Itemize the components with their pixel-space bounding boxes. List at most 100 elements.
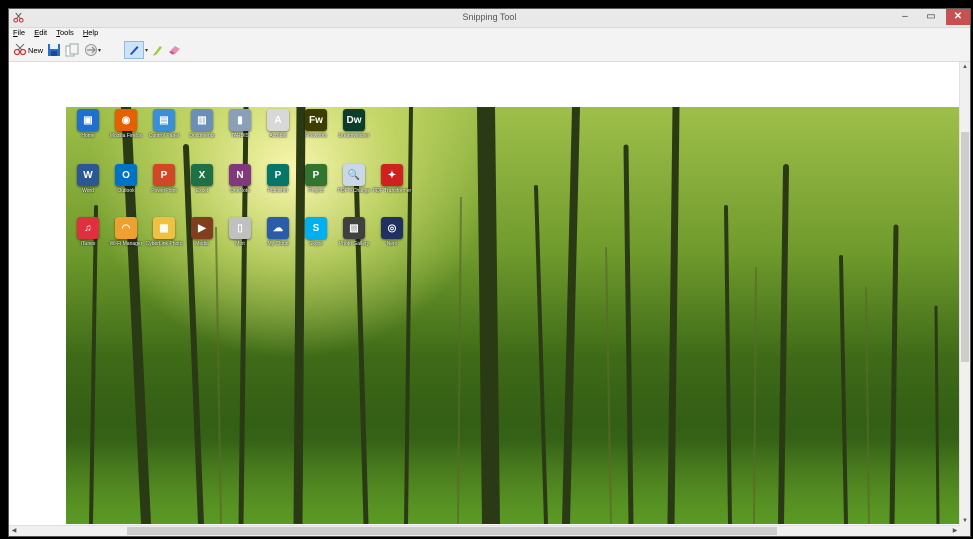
menu-edit[interactable]: Edit (34, 28, 47, 37)
desktop-shortcut[interactable]: P Publisher (259, 164, 297, 208)
publisher-icon: P (267, 164, 289, 186)
computer-icon: ▣ (77, 109, 99, 131)
send-dropdown-arrow[interactable]: ▾ (98, 47, 101, 54)
desktop-shortcut[interactable]: Fw Fireworks (297, 109, 335, 153)
desktop-shortcut[interactable]: P PowerPoint (145, 164, 183, 208)
fireworks-icon: Fw (305, 109, 327, 131)
send-snip-button[interactable]: ▾ (84, 42, 101, 58)
desktop-shortcut-label: Dreamweaver (338, 133, 370, 139)
close-button[interactable]: ✕ (946, 9, 970, 25)
photo-icon: ▦ (153, 217, 175, 239)
skype-icon: S (305, 217, 327, 239)
desktop-shortcut-label: Nero (386, 241, 398, 247)
desktop-shortcut[interactable]: ▶ Media (183, 217, 221, 261)
pen-dropdown-arrow: ▾ (145, 47, 149, 54)
menu-file[interactable]: File (13, 28, 25, 37)
desktop-shortcut-label: Photo Gallery (338, 241, 370, 247)
desktop-shortcut-label: Acrobat (269, 133, 287, 139)
scroll-left-arrow[interactable]: ◀ (9, 526, 19, 536)
desktop-shortcut[interactable]: ☁ My Cloud (259, 217, 297, 261)
desktop-shortcut[interactable]: ◎ Nero (373, 217, 411, 261)
scroll-down-arrow[interactable]: ▼ (960, 516, 970, 526)
desktop-shortcut[interactable]: S Skype (297, 217, 335, 261)
control-panel-icon: ▤ (153, 109, 175, 131)
desktop-shortcut-label: Home (81, 133, 95, 139)
title-bar[interactable]: Snipping Tool – ▭ ✕ (9, 9, 970, 28)
snip-canvas[interactable]: ▣ Home ◉ Mozilla Firefox ▤ Control Panel ▥ Docu… (9, 62, 960, 526)
pdf-transformer-icon: ✦ (381, 164, 403, 186)
desktop-shortcut[interactable]: ▦ CyberLink Photo (145, 217, 183, 261)
desktop-shortcut[interactable]: ◠ Wi-Fi Manager (107, 217, 145, 261)
desktop-shortcut[interactable]: ▯ Mint (221, 217, 259, 261)
vertical-scroll-thumb[interactable] (961, 132, 969, 362)
scroll-right-arrow[interactable]: ▶ (950, 526, 960, 536)
pen-icon (130, 46, 139, 55)
pen-dropdown[interactable]: ▾ (145, 42, 148, 58)
media-icon: ▶ (191, 217, 213, 239)
desktop-shortcut-label: My Cloud (267, 241, 289, 247)
onenote-icon: N (229, 164, 251, 186)
dreamweaver-icon: Dw (343, 109, 365, 131)
eraser-icon (169, 46, 180, 55)
desktop-shortcut-label: CyberLink Photo (145, 241, 183, 247)
desktop-shortcut-label: Wi-Fi Manager (109, 241, 143, 247)
desktop-shortcut[interactable]: A Acrobat (259, 109, 297, 153)
pen-tool-button[interactable] (124, 41, 144, 59)
highlighter-button[interactable] (152, 42, 164, 58)
new-label: New (28, 45, 44, 55)
desktop-shortcut[interactable]: ▤ Control Panel (145, 109, 183, 153)
menu-bar: File Edit Tools Help (9, 28, 970, 39)
desktop-shortcut-label: Mozilla Firefox (109, 133, 143, 139)
acrobat-icon: A (267, 109, 289, 131)
desktop-shortcut-label: Project (308, 188, 324, 194)
desktop-shortcut[interactable]: Dw Dreamweaver (335, 109, 373, 153)
desktop-shortcut[interactable]: W Word (69, 164, 107, 208)
desktop-shortcut[interactable]: N OneNote (221, 164, 259, 208)
gallery-icon: ▧ (343, 217, 365, 239)
eraser-button[interactable] (168, 42, 181, 58)
scroll-corner (960, 526, 970, 536)
horizontal-scroll-thumb[interactable] (127, 527, 777, 535)
send-icon (85, 44, 97, 56)
powerpoint-icon: P (153, 164, 175, 186)
horizontal-scrollbar[interactable]: ◀ ▶ (9, 525, 960, 536)
toolbar: New ▾ ▾ (9, 39, 970, 62)
desktop-shortcut-label: PowerPoint (151, 188, 177, 194)
save-button[interactable] (47, 42, 61, 58)
desktop-shortcut[interactable]: ▣ Home (69, 109, 107, 153)
desktop-shortcut[interactable]: ♫ iTunes (69, 217, 107, 261)
maximize-button[interactable]: ▭ (918, 9, 944, 25)
desktop-shortcut[interactable]: P Project (297, 164, 335, 208)
menu-help[interactable]: Help (83, 28, 98, 37)
minimize-button[interactable]: – (892, 9, 918, 25)
desktop-shortcut-label: Mint (235, 241, 245, 247)
desktop-shortcut-label: PDF-XChange (337, 188, 371, 194)
mint-icon: ▯ (229, 217, 251, 239)
desktop-shortcut[interactable]: ▧ Photo Gallery (335, 217, 373, 261)
pdf-viewer-icon: 🔍 (343, 164, 365, 186)
desktop-shortcut[interactable]: ✦ PDF Transformer (373, 164, 411, 208)
desktop-shortcut-label: TARDIS (231, 133, 249, 139)
wifi-icon: ◠ (115, 217, 137, 239)
word-icon: W (77, 164, 99, 186)
desktop-shortcut-label: Excel (195, 188, 209, 194)
scroll-up-arrow[interactable]: ▲ (960, 62, 970, 72)
cloud-icon: ☁ (267, 217, 289, 239)
desktop-shortcut[interactable]: ▥ Documents (183, 109, 221, 153)
desktop-shortcut[interactable]: ◉ Mozilla Firefox (107, 109, 145, 153)
copy-button[interactable] (65, 42, 79, 58)
copy-icon (65, 43, 79, 57)
menu-tools[interactable]: Tools (56, 28, 74, 37)
desktop-shortcut[interactable]: X Excel (183, 164, 221, 208)
excel-icon: X (191, 164, 213, 186)
new-snip-button[interactable]: New (13, 42, 43, 58)
desktop-shortcut[interactable]: O Outlook (107, 164, 145, 208)
desktop-shortcut-label: OneNote (229, 188, 250, 194)
highlighter-icon (153, 46, 162, 56)
desktop-shortcut[interactable]: ▮ TARDIS (221, 109, 259, 153)
outlook-icon: O (115, 164, 137, 186)
desktop-shortcut-label: Control Panel (148, 133, 180, 139)
desktop-shortcut[interactable]: 🔍 PDF-XChange (335, 164, 373, 208)
vertical-scrollbar[interactable]: ▲ ▼ (959, 62, 970, 526)
window-title: Snipping Tool (462, 12, 517, 22)
